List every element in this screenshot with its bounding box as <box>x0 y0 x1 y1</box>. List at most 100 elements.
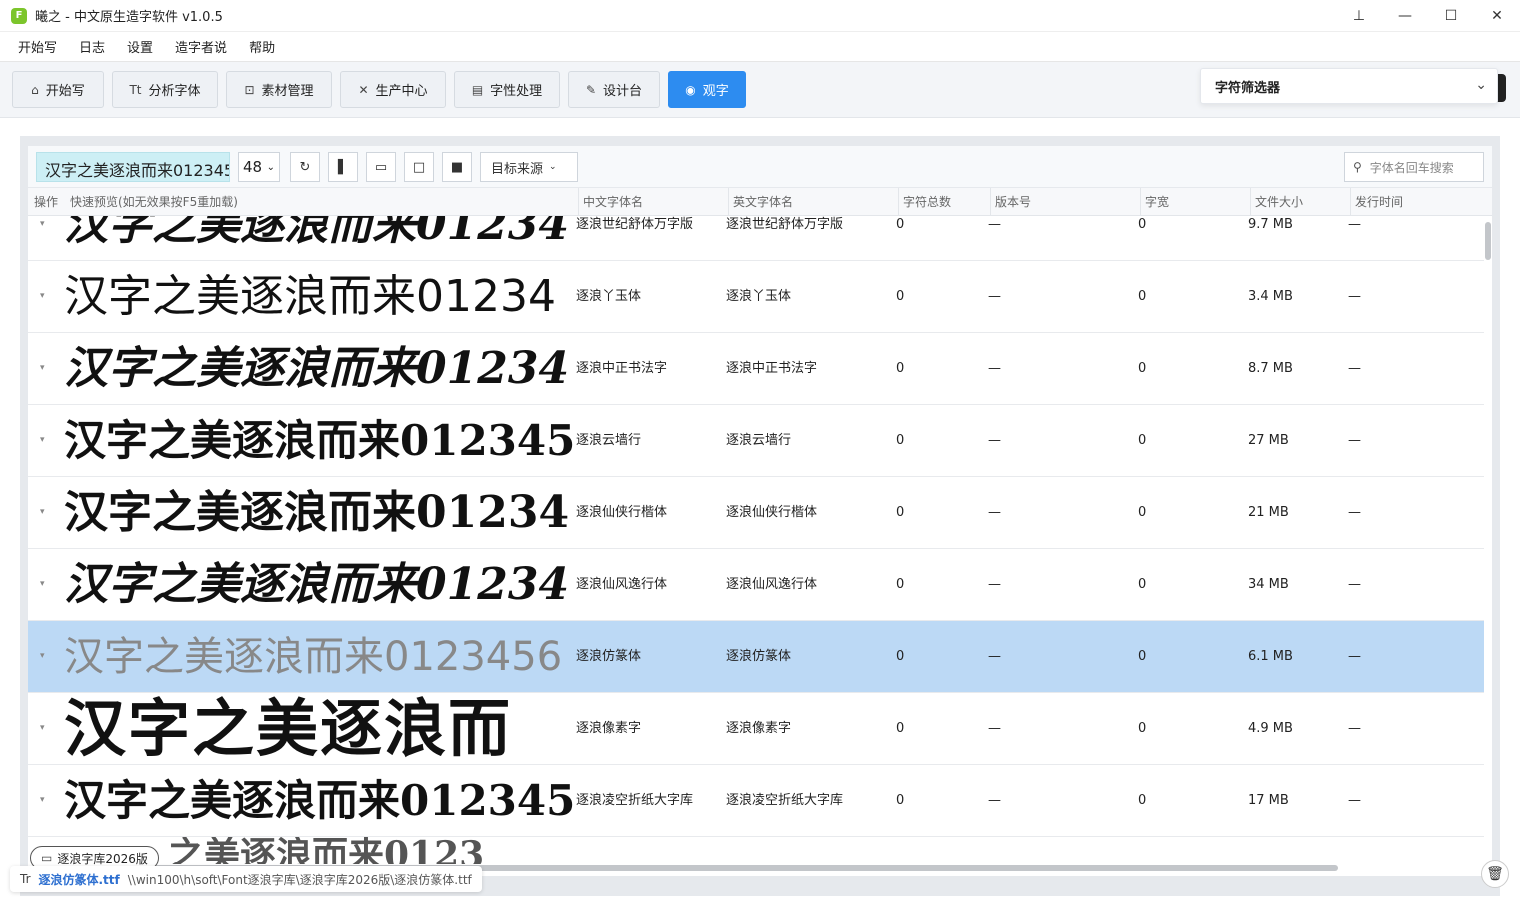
expand-icon[interactable]: ▾ <box>40 795 45 805</box>
font-preview: 汉字之美逐浪而来01234 <box>64 559 570 610</box>
white-background-button[interactable]: □ <box>404 152 434 182</box>
cell-char-count: 0 <box>896 505 905 520</box>
start-write-button[interactable]: ⌂ 开始写 <box>12 71 104 108</box>
refresh-button[interactable]: ↻ <box>290 152 320 182</box>
font-preview: 汉字之美逐浪而来01234 <box>64 271 556 322</box>
table-row-selected[interactable]: ▾ 汉字之美逐浪而来0123456 逐浪仿篆体 逐浪仿篆体 0 — 0 6.1 … <box>28 621 1484 693</box>
cell-char-count: 0 <box>896 289 905 304</box>
cell-version: — <box>988 649 1001 664</box>
search-icon: ⚲ <box>1353 160 1362 174</box>
cell-en-name: 逐浪丫玉体 <box>726 289 792 304</box>
glyph-process-label: 字性处理 <box>490 84 543 99</box>
cell-width: 0 <box>1138 793 1147 808</box>
sidebar-icon: ▌ <box>338 159 348 175</box>
header-char-count[interactable]: 字符总数 <box>898 188 990 216</box>
document-icon: ▤ <box>471 82 484 97</box>
design-icon: ✎ <box>585 82 597 97</box>
title-bar: F 曦之 - 中文原生造字软件 v1.0.5 ⊥ — ☐ ✕ <box>0 0 1520 32</box>
material-manage-button[interactable]: ⊡ 素材管理 <box>226 71 332 108</box>
table-row[interactable]: ▾ 汉字之美逐浪而 逐浪像素字 逐浪像素字 0 — 0 4.9 MB — <box>28 693 1484 765</box>
font-preview: 之美逐浪而来0123 <box>168 837 485 864</box>
preview-text-input[interactable]: 汉字之美逐浪而来0123456 <box>36 152 230 182</box>
cell-cn-name: 逐浪凌空折纸大字库 <box>576 793 694 808</box>
cell-width: 0 <box>1138 433 1147 448</box>
status-file-name[interactable]: 逐浪仿篆体.ttf <box>39 871 120 888</box>
view-glyph-button[interactable]: ◉ 观字 <box>668 71 746 108</box>
table-row[interactable]: ▾ 汉字之美逐浪而来01234 逐浪丫玉体 逐浪丫玉体 0 — 0 3.4 MB… <box>28 261 1484 333</box>
production-center-button[interactable]: ✕ 生产中心 <box>340 71 446 108</box>
library-tag-label: 逐浪字库2026版 <box>57 851 148 866</box>
target-source-dropdown[interactable]: 目标来源 ⌄ <box>480 152 578 182</box>
glyph-process-button[interactable]: ▤ 字性处理 <box>454 71 560 108</box>
close-button[interactable]: ✕ <box>1474 0 1520 32</box>
analyze-font-button[interactable]: Tt 分析字体 <box>112 71 218 108</box>
analyze-font-label: 分析字体 <box>148 84 201 99</box>
menu-help[interactable]: 帮助 <box>249 37 275 56</box>
production-icon: ✕ <box>358 82 369 97</box>
table-row[interactable]: 之美逐浪而来0123 <box>28 837 1484 864</box>
cell-file-size: 3.4 MB <box>1248 289 1293 304</box>
table-row[interactable]: ▾ 汉字之美逐浪而来01234 逐浪世纪舒体万字版 逐浪世纪舒体万字版 0 — … <box>28 216 1484 261</box>
table-row[interactable]: ▾ 汉字之美逐浪而来012345 逐浪云墙行 逐浪云墙行 0 — 0 27 MB… <box>28 405 1484 477</box>
cell-width: 0 <box>1138 289 1147 304</box>
design-desk-label: 设计台 <box>603 84 643 99</box>
maximize-button[interactable]: ☐ <box>1428 0 1474 32</box>
cell-file-size: 6.1 MB <box>1248 649 1293 664</box>
window-title: 曦之 - 中文原生造字软件 v1.0.5 <box>35 10 223 25</box>
cell-cn-name: 逐浪像素字 <box>576 721 642 736</box>
cell-en-name: 逐浪仙侠行楷体 <box>726 505 818 520</box>
header-en-name[interactable]: 英文字体名 <box>728 188 898 216</box>
black-background-button[interactable]: ■ <box>442 152 472 182</box>
header-preview[interactable]: 快速预览(如无效果按F5重加载) <box>64 188 578 216</box>
expand-icon[interactable]: ▾ <box>40 651 45 661</box>
table-row[interactable]: ▾ 汉字之美逐浪而来01234 逐浪仙侠行楷体 逐浪仙侠行楷体 0 — 0 21… <box>28 477 1484 549</box>
minimize-button[interactable]: — <box>1382 0 1428 32</box>
expand-icon[interactable]: ▾ <box>40 291 45 301</box>
expand-icon[interactable]: ▾ <box>40 579 45 589</box>
start-write-label: 开始写 <box>45 84 85 99</box>
table-row[interactable]: ▾ 汉字之美逐浪而来01234 逐浪仙风逸行体 逐浪仙风逸行体 0 — 0 34… <box>28 549 1484 621</box>
font-preview: 汉字之美逐浪而来012345 <box>64 776 576 825</box>
expand-icon[interactable]: ▾ <box>40 723 45 733</box>
cell-en-name: 逐浪中正书法字 <box>726 361 818 376</box>
open-folder-button[interactable]: ▭ <box>366 152 396 182</box>
cell-cn-name: 逐浪云墙行 <box>576 433 642 448</box>
pin-icon[interactable]: ⊥ <box>1336 0 1382 32</box>
menu-start-write[interactable]: 开始写 <box>18 37 57 56</box>
table-row[interactable]: ▾ 汉字之美逐浪而来01234 逐浪中正书法字 逐浪中正书法字 0 — 0 8.… <box>28 333 1484 405</box>
expand-icon[interactable]: ▾ <box>40 363 45 373</box>
cell-version: — <box>988 361 1001 376</box>
search-placeholder: 字体名回车搜索 <box>1369 160 1454 175</box>
menu-settings[interactable]: 设置 <box>127 37 153 56</box>
cell-en-name: 逐浪凌空折纸大字库 <box>726 793 844 808</box>
expand-icon[interactable]: ▾ <box>40 435 45 445</box>
cell-cn-name: 逐浪丫玉体 <box>576 289 642 304</box>
expand-icon[interactable]: ▾ <box>40 219 45 229</box>
header-cn-name[interactable]: 中文字体名 <box>578 188 728 216</box>
cell-release-date: — <box>1348 721 1361 736</box>
menu-log[interactable]: 日志 <box>79 37 105 56</box>
header-action[interactable]: 操作 <box>28 188 64 216</box>
header-file-size[interactable]: 文件大小 <box>1250 188 1350 216</box>
cell-char-count: 0 <box>896 217 905 232</box>
menu-bar: 开始写 日志 设置 造字者说 帮助 <box>0 32 1520 62</box>
font-search-input[interactable]: ⚲ 字体名回车搜索 <box>1344 152 1484 182</box>
sidebar-toggle-button[interactable]: ▌ <box>328 152 358 182</box>
vertical-scrollbar[interactable] <box>1484 216 1492 864</box>
design-desk-button[interactable]: ✎ 设计台 <box>568 71 660 108</box>
cell-width: 0 <box>1138 721 1147 736</box>
table-row[interactable]: ▾ 汉字之美逐浪而来012345 逐浪凌空折纸大字库 逐浪凌空折纸大字库 0 —… <box>28 765 1484 837</box>
refresh-icon: ↻ <box>299 159 311 175</box>
char-filter-dropdown[interactable]: 字符筛选器 ⌄ <box>1200 68 1498 104</box>
expand-icon[interactable]: ▾ <box>40 507 45 517</box>
font-size-select[interactable]: 48 ⌄ <box>238 152 280 182</box>
font-size-value: 48 <box>243 158 263 176</box>
cell-en-name: 逐浪仙风逸行体 <box>726 577 818 592</box>
trash-icon[interactable]: 🗑 <box>1481 860 1509 888</box>
header-release-date[interactable]: 发行时间 <box>1350 188 1492 216</box>
vertical-scroll-thumb[interactable] <box>1485 222 1491 260</box>
header-version[interactable]: 版本号 <box>990 188 1140 216</box>
header-width[interactable]: 字宽 <box>1140 188 1250 216</box>
menu-maker-says[interactable]: 造字者说 <box>175 37 227 56</box>
cell-cn-name: 逐浪仙风逸行体 <box>576 577 668 592</box>
